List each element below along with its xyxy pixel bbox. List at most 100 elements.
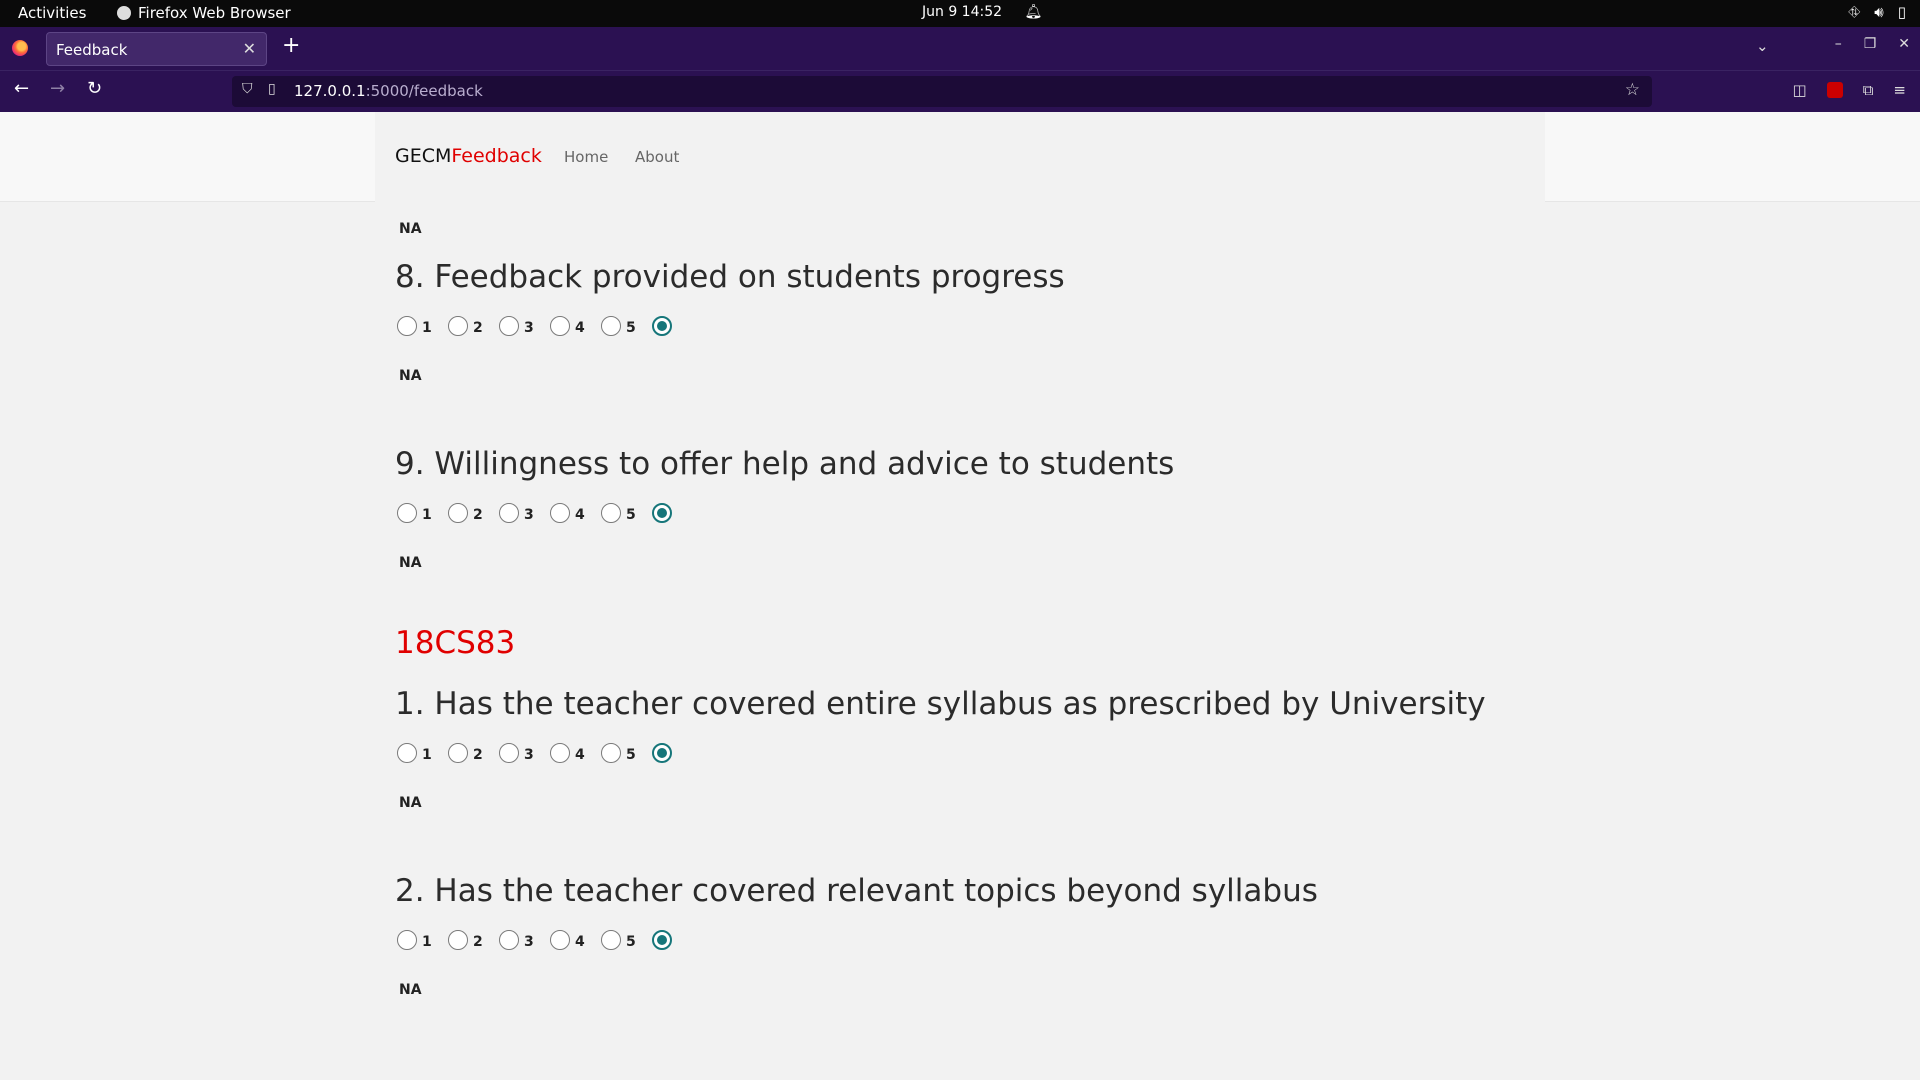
minimize-icon[interactable]: – [1835,36,1842,52]
brand-main: GECM [395,145,452,167]
tracking-shield-icon[interactable]: ⛉ [242,81,253,97]
new-tab-button[interactable]: + [282,35,300,57]
reload-icon[interactable]: ↻ [87,80,102,98]
list-all-tabs-chevron-icon[interactable]: ⌄ [1756,37,1769,55]
toolbar-right: ◫ ⧉ ≡ [1793,81,1906,99]
brand-accent: Feedback [451,145,542,167]
url-text[interactable]: 127.0.0.1:5000/feedback [294,82,483,100]
radio-label-1: 1 [422,507,432,523]
radio-label-2: 2 [473,320,483,336]
na-label: NA [399,555,422,571]
radio-option-4[interactable] [550,316,570,336]
radio-option-2[interactable] [448,930,468,950]
radio-option-na[interactable] [652,503,672,523]
radio-label-4: 4 [575,507,585,523]
close-tab-icon[interactable]: ✕ [243,39,256,58]
radio-option-4[interactable] [550,743,570,763]
radio-label-2: 2 [473,934,483,950]
question-text: 8. Feedback provided on students progres… [395,259,1065,295]
radio-label-3: 3 [524,747,534,763]
radio-option-na[interactable] [652,316,672,336]
radio-label-4: 4 [575,934,585,950]
radio-option-4[interactable] [550,503,570,523]
bookmark-star-icon[interactable]: ☆ [1625,80,1640,100]
radio-label-4: 4 [575,747,585,763]
radio-option-2[interactable] [448,743,468,763]
window-controls: – ❐ ✕ [1835,36,1910,52]
url-bar[interactable]: ⛉ ▯ 127.0.0.1:5000/feedback ☆ [232,76,1652,107]
app-menu[interactable]: Firefox Web Browser [117,4,291,22]
forward-arrow-icon[interactable]: → [50,80,65,98]
url-path: :5000/feedback [365,82,483,100]
question-text: 1. Has the teacher covered entire syllab… [395,686,1486,722]
notification-bell-icon: 🔔︎ [1024,4,1043,20]
battery-icon: ▯ [1897,3,1906,21]
radio-label-2: 2 [473,507,483,523]
site-navbar-container: GECMFeedback Home About [375,112,1545,202]
pocket-icon[interactable]: ◫ [1793,81,1807,99]
radio-option-5[interactable] [601,743,621,763]
radio-label-1: 1 [422,934,432,950]
radio-label-5: 5 [626,934,636,950]
radio-option-na[interactable] [652,930,672,950]
system-top-bar: Activities Firefox Web Browser Jun 9 14:… [0,0,1920,27]
tab-title: Feedback [56,41,128,59]
na-label: NA [399,982,422,998]
radio-label-5: 5 [626,320,636,336]
na-label: NA [399,795,422,811]
hamburger-menu-icon[interactable]: ≡ [1893,81,1906,99]
radio-label-1: 1 [422,320,432,336]
radio-option-3[interactable] [499,316,519,336]
radio-label-2: 2 [473,747,483,763]
network-icon: ⛗ [1848,3,1861,21]
ublock-extension-icon[interactable] [1826,82,1843,98]
radio-option-5[interactable] [601,503,621,523]
radio-option-1[interactable] [397,743,417,763]
firefox-app-icon [117,6,131,20]
radio-label-5: 5 [626,747,636,763]
radio-option-1[interactable] [397,503,417,523]
site-brand[interactable]: GECMFeedback [395,145,542,167]
radio-option-4[interactable] [550,930,570,950]
radio-option-2[interactable] [448,503,468,523]
nav-link-about[interactable]: About [635,148,679,166]
navigation-bar: ← → ↻ ⛉ ▯ 127.0.0.1:5000/feedback ☆ ◫ ⧉ … [0,70,1920,112]
close-window-icon[interactable]: ✕ [1898,36,1910,52]
page-content: GECMFeedback Home About NA 8. Feedback p… [0,112,1920,1080]
app-name-label: Firefox Web Browser [138,4,291,22]
clock[interactable]: Jun 9 14:52 🔔︎ [922,4,1042,20]
page-info-icon[interactable]: ▯ [268,81,276,97]
na-label: NA [399,368,422,384]
radio-option-3[interactable] [499,503,519,523]
nav-link-home[interactable]: Home [564,148,608,166]
question-text: 9. Willingness to offer help and advice … [395,446,1175,482]
system-tray[interactable]: ⛗ 🔊︎ ▯ [1848,3,1906,21]
tab-strip: Feedback ✕ + ⌄ – ❐ ✕ [0,27,1920,70]
radio-option-1[interactable] [397,930,417,950]
radio-option-3[interactable] [499,930,519,950]
volume-icon: 🔊︎ [1874,3,1884,21]
tab-feedback[interactable]: Feedback ✕ [46,32,267,66]
activities-button[interactable]: Activities [18,4,86,22]
clock-label: Jun 9 14:52 [922,4,1003,20]
restore-icon[interactable]: ❐ [1864,36,1877,52]
back-arrow-icon[interactable]: ← [14,80,29,98]
url-host: 127.0.0.1 [294,82,366,100]
radio-label-3: 3 [524,934,534,950]
subject-heading: 18CS83 [395,625,516,661]
radio-option-1[interactable] [397,316,417,336]
radio-label-3: 3 [524,507,534,523]
radio-label-4: 4 [575,320,585,336]
question-text: 2. Has the teacher covered relevant topi… [395,873,1318,909]
radio-option-5[interactable] [601,316,621,336]
firefox-logo-icon [12,40,28,56]
site-navbar: GECMFeedback Home About [0,112,1920,202]
radio-option-5[interactable] [601,930,621,950]
radio-label-5: 5 [626,507,636,523]
extensions-puzzle-icon[interactable]: ⧉ [1863,81,1874,99]
radio-option-na[interactable] [652,743,672,763]
radio-option-2[interactable] [448,316,468,336]
na-label: NA [399,221,422,237]
radio-label-1: 1 [422,747,432,763]
radio-option-3[interactable] [499,743,519,763]
